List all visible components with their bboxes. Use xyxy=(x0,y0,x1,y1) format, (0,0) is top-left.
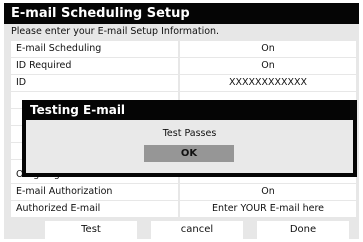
dialog-title: Testing E-mail xyxy=(30,103,126,117)
row-label: E-mail Scheduling xyxy=(11,41,178,57)
row-label: ID Required xyxy=(11,58,178,74)
page-title: E-mail Scheduling Setup xyxy=(4,3,359,24)
dialog-message: Test Passes xyxy=(162,128,217,139)
button-bar: Test cancel Done xyxy=(11,221,356,239)
row-authorized-email[interactable]: Authorized E-mail Enter YOUR E-mail here xyxy=(11,201,356,217)
row-label: E-mail Authorization xyxy=(11,184,178,200)
row-id[interactable]: ID XXXXXXXXXXXX xyxy=(11,75,356,91)
cancel-button[interactable]: cancel xyxy=(151,221,243,239)
row-label: Authorized E-mail xyxy=(11,201,178,217)
row-email-scheduling[interactable]: E-mail Scheduling On xyxy=(11,41,356,57)
row-label: ID xyxy=(11,75,178,91)
row-value[interactable]: On xyxy=(180,184,356,200)
instruction-text: Please enter your E-mail Setup Informati… xyxy=(11,26,220,37)
dialog-body: Test Passes OK xyxy=(26,120,353,173)
done-button[interactable]: Done xyxy=(257,221,349,239)
row-value[interactable]: On xyxy=(180,41,356,57)
ok-button[interactable]: OK xyxy=(144,145,234,162)
testing-email-dialog: Testing E-mail Test Passes OK xyxy=(22,100,357,177)
row-value[interactable]: XXXXXXXXXXXX xyxy=(180,75,356,91)
row-email-authorization[interactable]: E-mail Authorization On xyxy=(11,184,356,200)
row-id-required[interactable]: ID Required On xyxy=(11,58,356,74)
row-value[interactable]: Enter YOUR E-mail here xyxy=(180,201,356,217)
test-button[interactable]: Test xyxy=(45,221,137,239)
row-value[interactable]: On xyxy=(180,58,356,74)
